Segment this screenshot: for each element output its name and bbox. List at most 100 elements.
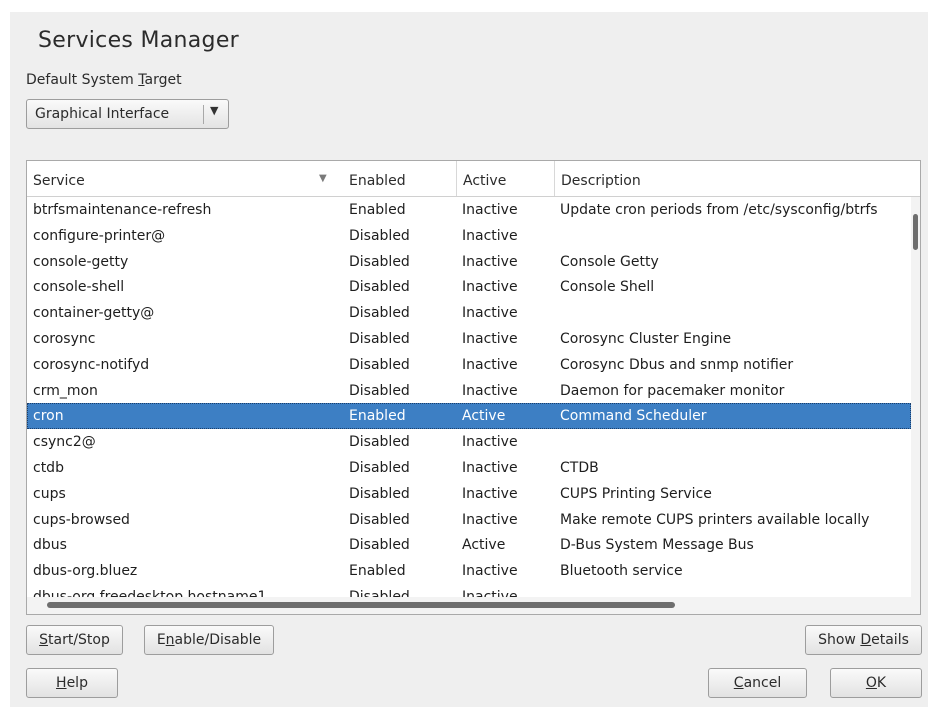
enabled-status-cell: Enabled	[349, 408, 406, 425]
table-row[interactable]: cups Disabled Inactive CUPS Printing Servic…	[27, 481, 911, 507]
enabled-status-cell: Enabled	[349, 202, 406, 218]
sort-down-icon: ▼	[319, 173, 327, 184]
service-name-cell: crm_mon	[33, 382, 98, 399]
enabled-status-cell: Disabled	[349, 330, 410, 347]
description-cell: CTDB	[560, 459, 599, 476]
horizontal-scrollbar[interactable]	[27, 597, 911, 614]
description-cell: Corosync Cluster Engine	[560, 330, 732, 347]
table-row[interactable]: corosync Disabled Inactive Corosync Cluster…	[27, 326, 911, 352]
table-header: Service ▼ Enabled Active Description	[27, 161, 920, 197]
services-table[interactable]: Service ▼ Enabled Active Description btr…	[26, 160, 921, 615]
help-button[interactable]: Help	[26, 668, 118, 698]
combo-separator	[203, 105, 204, 124]
active-status-cell: Inactive	[462, 434, 518, 451]
service-name-cell: cups	[33, 485, 66, 502]
active-status-cell: Inactive	[462, 459, 518, 476]
table-row[interactable]: console-shell Disabled Inactive Console She…	[27, 274, 911, 300]
table-row[interactable]: configure-printer@ Disabled Inactive	[27, 223, 911, 249]
service-name-cell: console-shell	[33, 279, 125, 296]
enabled-status-cell: Disabled	[349, 537, 410, 554]
active-status-cell: Inactive	[462, 563, 518, 580]
description-cell: Bluetooth service	[560, 563, 683, 580]
description-cell: D-Bus System Message Bus	[560, 537, 754, 554]
default-target-value: Graphical Interface	[35, 106, 170, 122]
enabled-status-cell: Disabled	[349, 382, 410, 399]
active-status-cell: Active	[462, 537, 506, 554]
enabled-status-cell: Disabled	[349, 356, 410, 373]
scrollbar-corner	[911, 597, 920, 614]
table-row[interactable]: corosync-notifyd Disabled Inactive Corosync…	[27, 352, 911, 378]
active-status-cell: Inactive	[462, 279, 518, 296]
enabled-status-cell: Disabled	[349, 459, 410, 476]
service-name-cell: ctdb	[33, 459, 64, 476]
service-name-cell: dbus	[33, 537, 67, 554]
table-row[interactable]: cron Enabled Active Command Scheduler	[27, 403, 911, 430]
show-details-button[interactable]: Show Details	[805, 625, 922, 655]
cancel-button[interactable]: Cancel	[708, 668, 807, 698]
enabled-status-cell: Disabled	[349, 279, 410, 296]
service-name-cell: btrfsmaintenance-refresh	[33, 202, 212, 218]
service-name-cell: csync2@	[33, 434, 96, 451]
active-status-cell: Active	[462, 408, 506, 425]
active-status-cell: Inactive	[462, 588, 518, 597]
table-row[interactable]: console-getty Disabled Inactive Console Get…	[27, 249, 911, 275]
active-status-cell: Inactive	[462, 511, 518, 528]
service-name-cell: cron	[33, 408, 64, 425]
table-row[interactable]: dbus Disabled Active D-Bus System Message B…	[27, 532, 911, 558]
table-body: btrfsmaintenance-refresh Enabled Inactive U…	[27, 197, 911, 597]
description-cell: Update cron periods from /etc/sysconfig/…	[560, 202, 878, 218]
table-row[interactable]: dbus-org.bluez Enabled Inactive Bluetooth s…	[27, 558, 911, 584]
default-target-combobox[interactable]: Graphical Interface ▼	[26, 99, 229, 129]
service-name-cell: corosync-notifyd	[33, 356, 150, 373]
horizontal-scroll-thumb[interactable]	[47, 602, 675, 608]
enable-disable-button[interactable]: Enable/Disable	[144, 625, 274, 655]
column-header-enabled[interactable]: Enabled	[343, 161, 456, 196]
page-title: Services Manager	[38, 28, 239, 53]
active-status-cell: Inactive	[462, 253, 518, 270]
table-row[interactable]: ctdb Disabled Inactive CTDB	[27, 455, 911, 481]
enabled-status-cell: Disabled	[349, 485, 410, 502]
service-name-cell: corosync	[33, 330, 96, 347]
column-header-service[interactable]: Service	[27, 161, 343, 196]
enabled-status-cell: Disabled	[349, 588, 410, 597]
table-row[interactable]: btrfsmaintenance-refresh Enabled Inactive U…	[27, 197, 911, 223]
enabled-status-cell: Disabled	[349, 511, 410, 528]
service-name-cell: container-getty@	[33, 305, 155, 322]
dropdown-arrow-icon[interactable]: ▼	[210, 104, 218, 117]
enabled-status-cell: Disabled	[349, 305, 410, 322]
active-status-cell: Inactive	[462, 382, 518, 399]
description-cell: Corosync Dbus and snmp notifier	[560, 356, 794, 373]
vertical-scrollbar[interactable]	[911, 197, 920, 597]
table-row[interactable]: dbus-org.freedesktop.hostname1 Disabled In…	[27, 584, 911, 597]
service-name-cell: cups-browsed	[33, 511, 130, 528]
vertical-scroll-thumb[interactable]	[913, 214, 918, 250]
enabled-status-cell: Disabled	[349, 434, 410, 451]
service-name-cell: dbus-org.freedesktop.hostname1	[33, 588, 267, 597]
active-status-cell: Inactive	[462, 485, 518, 502]
table-row[interactable]: cups-browsed Disabled Inactive Make remote …	[27, 507, 911, 533]
description-cell: Console Shell	[560, 279, 655, 296]
active-status-cell: Inactive	[462, 202, 518, 218]
active-status-cell: Inactive	[462, 227, 518, 244]
table-row[interactable]: crm_mon Disabled Inactive Daemon for pacema…	[27, 378, 911, 404]
description-cell: Command Scheduler	[560, 408, 707, 425]
enabled-status-cell: Disabled	[349, 227, 410, 244]
active-status-cell: Inactive	[462, 356, 518, 373]
active-status-cell: Inactive	[462, 330, 518, 347]
default-target-label: Default System Target	[26, 72, 182, 88]
table-row[interactable]: container-getty@ Disabled Inactive	[27, 300, 911, 326]
column-header-description[interactable]: Description	[554, 161, 920, 196]
ok-button[interactable]: OK	[830, 668, 922, 698]
service-name-cell: dbus-org.bluez	[33, 563, 138, 580]
description-cell: CUPS Printing Service	[560, 485, 712, 502]
description-cell: Daemon for pacemaker monitor	[560, 382, 785, 399]
column-header-active[interactable]: Active	[456, 161, 554, 196]
service-name-cell: configure-printer@	[33, 227, 166, 244]
enabled-status-cell: Enabled	[349, 563, 406, 580]
description-cell: Make remote CUPS printers available loca…	[560, 511, 870, 528]
table-row[interactable]: csync2@ Disabled Inactive	[27, 429, 911, 455]
start-stop-button[interactable]: Start/Stop	[26, 625, 123, 655]
description-cell: Console Getty	[560, 253, 659, 270]
service-name-cell: console-getty	[33, 253, 129, 270]
enabled-status-cell: Disabled	[349, 253, 410, 270]
